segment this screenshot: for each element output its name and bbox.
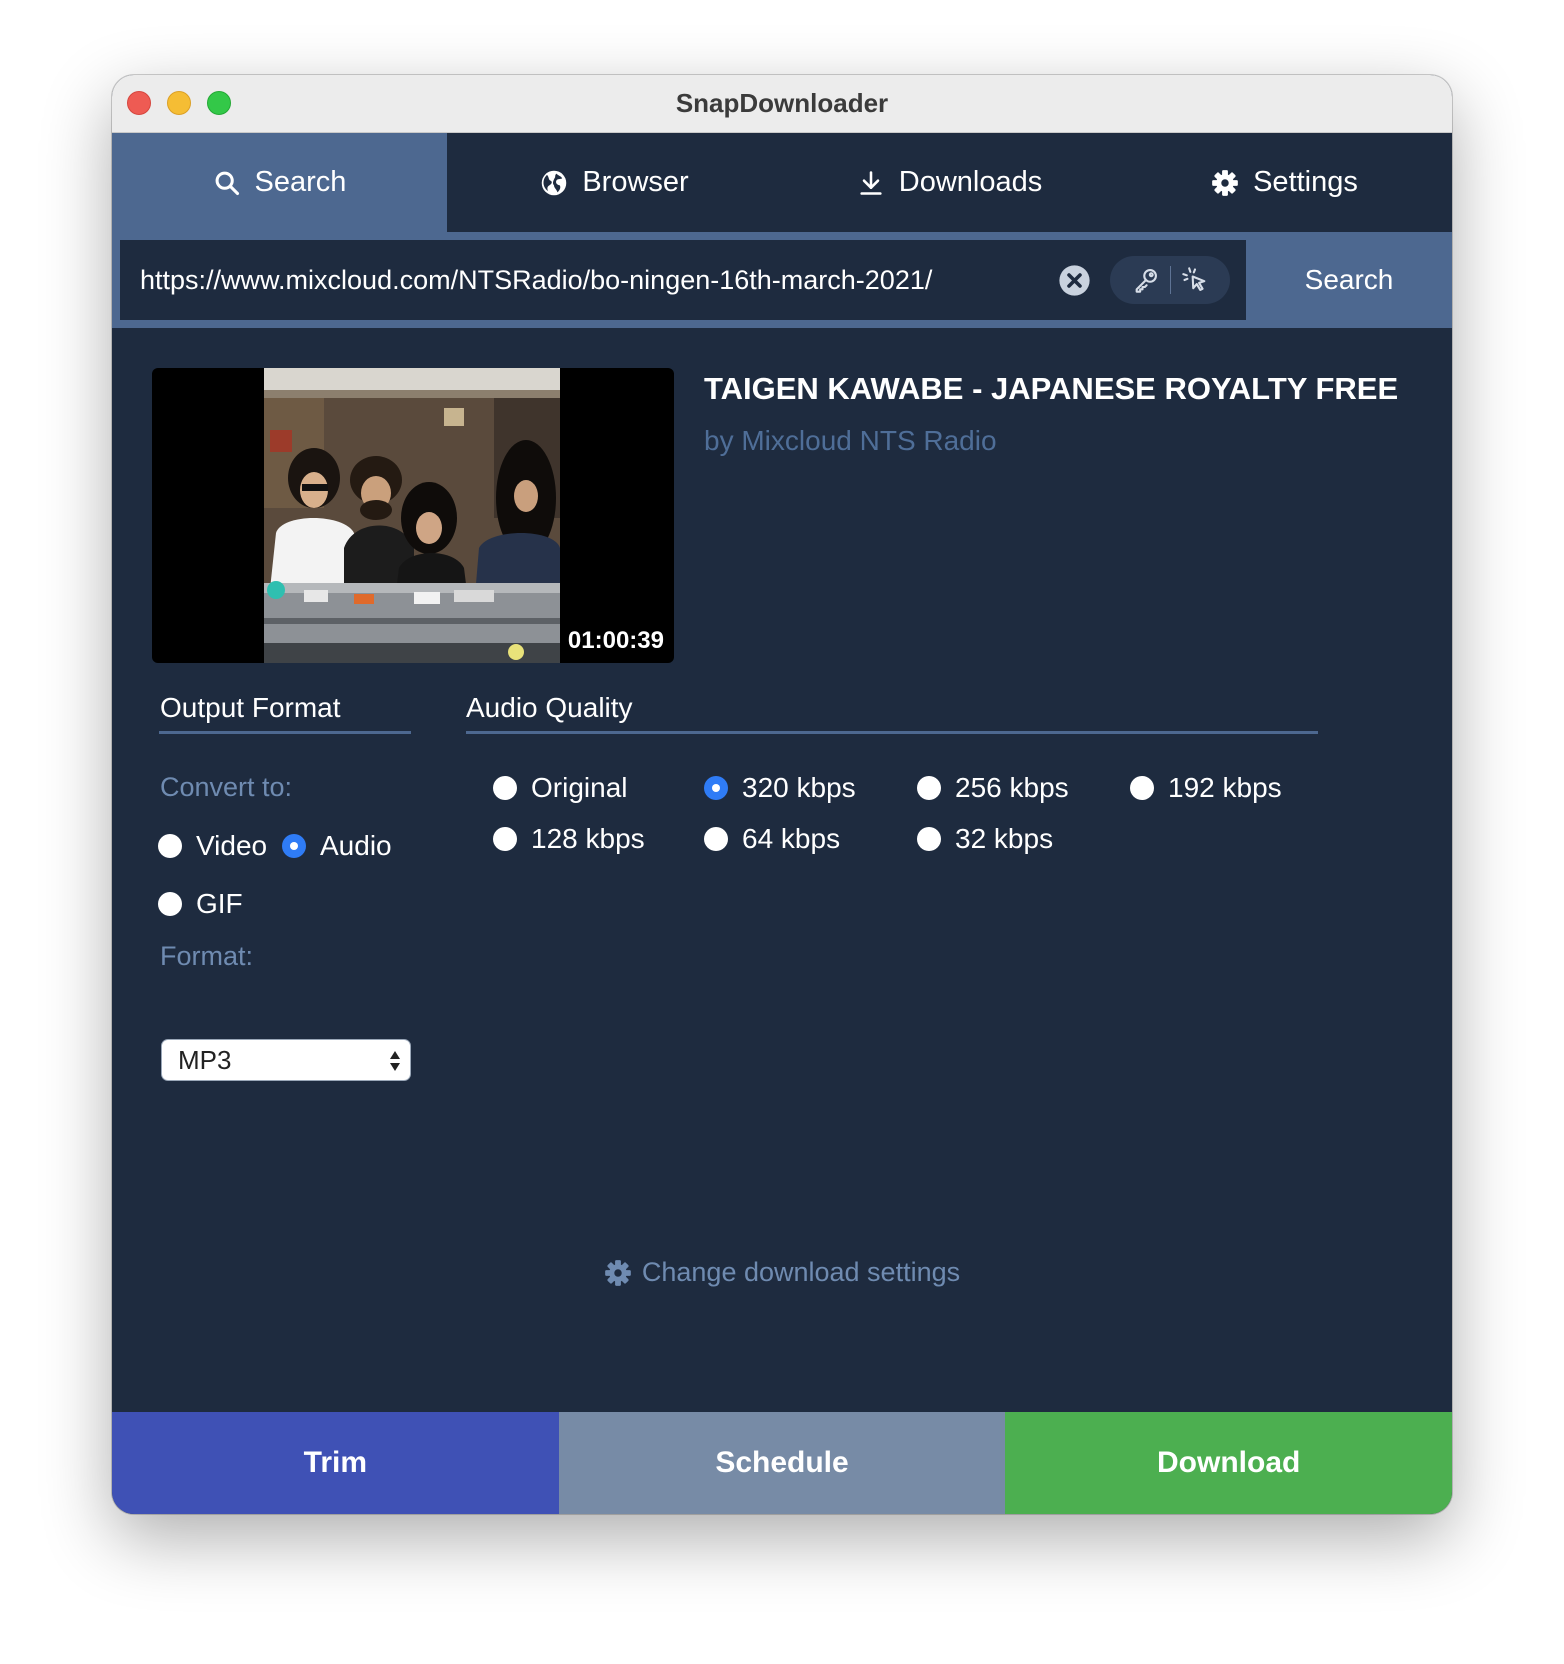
url-input[interactable]: https://www.mixcloud.com/NTSRadio/bo-nin… (120, 240, 1246, 320)
radio-indicator[interactable] (158, 834, 182, 858)
change-settings-label: Change download settings (641, 1257, 961, 1287)
duration-badge: 01:00:39 (567, 627, 664, 654)
search-icon (215, 171, 239, 195)
band-photo (264, 368, 560, 663)
app-window: SnapDownloader Search Browser Downloads (112, 75, 1452, 1514)
close-window-button[interactable] (127, 91, 151, 115)
format-label: Format: (160, 941, 254, 971)
change-download-settings-link[interactable]: Change download settings (112, 1257, 1452, 1288)
url-tools (1110, 256, 1230, 304)
tab-search-label: Search (254, 166, 347, 198)
download-icon (860, 170, 882, 195)
radio-indicator[interactable] (493, 827, 517, 851)
radio-label: 64 kbps (742, 823, 841, 854)
main-tabs: Search Browser Downloads Settings (112, 133, 1452, 232)
quality-original-radio[interactable]: Original (493, 772, 627, 804)
action-bar: Trim Schedule Download (112, 1412, 1452, 1514)
radio-label: 128 kbps (531, 823, 645, 854)
media-author[interactable]: by Mixcloud NTS Radio (704, 425, 997, 457)
search-button[interactable]: Search (1246, 232, 1452, 328)
tab-search[interactable]: Search (112, 133, 447, 232)
key-icon[interactable] (1132, 266, 1160, 294)
url-value[interactable]: https://www.mixcloud.com/NTSRadio/bo-nin… (140, 265, 932, 296)
trim-button[interactable]: Trim (112, 1412, 559, 1514)
minimize-window-button[interactable] (167, 91, 191, 115)
quality-192-radio[interactable]: 192 kbps (1130, 772, 1282, 804)
audio-quality-divider (466, 731, 1318, 734)
radio-label: GIF (196, 888, 243, 919)
title-bar: SnapDownloader (112, 75, 1452, 133)
gear-icon (605, 1259, 631, 1286)
convert-audio-radio[interactable]: Audio (282, 830, 392, 862)
tools-divider (1169, 266, 1171, 294)
convert-gif-radio[interactable]: GIF (158, 888, 243, 920)
tab-settings-label: Settings (1253, 166, 1358, 198)
radio-label: Original (531, 772, 628, 803)
gear-icon (1212, 169, 1238, 196)
quality-128-radio[interactable]: 128 kbps (493, 823, 645, 855)
format-select-value: MP3 (178, 1044, 232, 1075)
output-format-heading: Output Format (160, 692, 341, 723)
output-format-divider (159, 731, 411, 734)
radio-indicator[interactable] (158, 892, 182, 916)
radio-indicator[interactable] (493, 776, 517, 800)
window-controls (127, 91, 231, 115)
radio-indicator[interactable] (704, 827, 728, 851)
format-select[interactable]: MP3 (161, 1039, 411, 1081)
schedule-button[interactable]: Schedule (558, 1412, 1006, 1514)
download-button[interactable]: Download (1005, 1412, 1452, 1514)
radio-indicator[interactable] (282, 834, 306, 858)
radio-label: Video (196, 830, 268, 861)
radio-indicator[interactable] (1130, 776, 1154, 800)
tab-downloads-label: Downloads (898, 166, 1043, 198)
tab-settings[interactable]: Settings (1117, 133, 1452, 232)
maximize-window-button[interactable] (207, 91, 231, 115)
tab-browser[interactable]: Browser (447, 133, 782, 232)
quality-64-radio[interactable]: 64 kbps (704, 823, 840, 855)
tab-downloads[interactable]: Downloads (782, 133, 1117, 232)
radio-label: 192 kbps (1168, 772, 1282, 803)
quality-256-radio[interactable]: 256 kbps (917, 772, 1069, 804)
radio-label: 320 kbps (742, 772, 856, 803)
clear-icon[interactable] (1058, 264, 1091, 297)
url-bar: https://www.mixcloud.com/NTSRadio/bo-nin… (112, 232, 1452, 328)
radio-label: Audio (320, 830, 392, 861)
window-title: SnapDownloader (675, 88, 889, 118)
convert-video-radio[interactable]: Video (158, 830, 267, 862)
quality-320-radio[interactable]: 320 kbps (704, 772, 856, 804)
convert-to-label: Convert to: (160, 772, 293, 802)
radio-indicator[interactable] (917, 827, 941, 851)
audio-quality-heading: Audio Quality (466, 692, 633, 723)
media-thumbnail[interactable]: 01:00:39 (152, 368, 674, 663)
media-title: TAIGEN KAWABE - JAPANESE ROYALTY FREE ..… (704, 371, 1404, 406)
radio-label: 32 kbps (955, 823, 1054, 854)
tab-browser-label: Browser (582, 166, 689, 198)
radio-indicator[interactable] (704, 776, 728, 800)
select-arrows-icon (390, 1051, 400, 1071)
radio-indicator[interactable] (917, 776, 941, 800)
pointer-click-icon[interactable] (1181, 266, 1209, 294)
globe-icon (542, 170, 567, 195)
quality-32-radio[interactable]: 32 kbps (917, 823, 1053, 855)
radio-label: 256 kbps (955, 772, 1069, 803)
